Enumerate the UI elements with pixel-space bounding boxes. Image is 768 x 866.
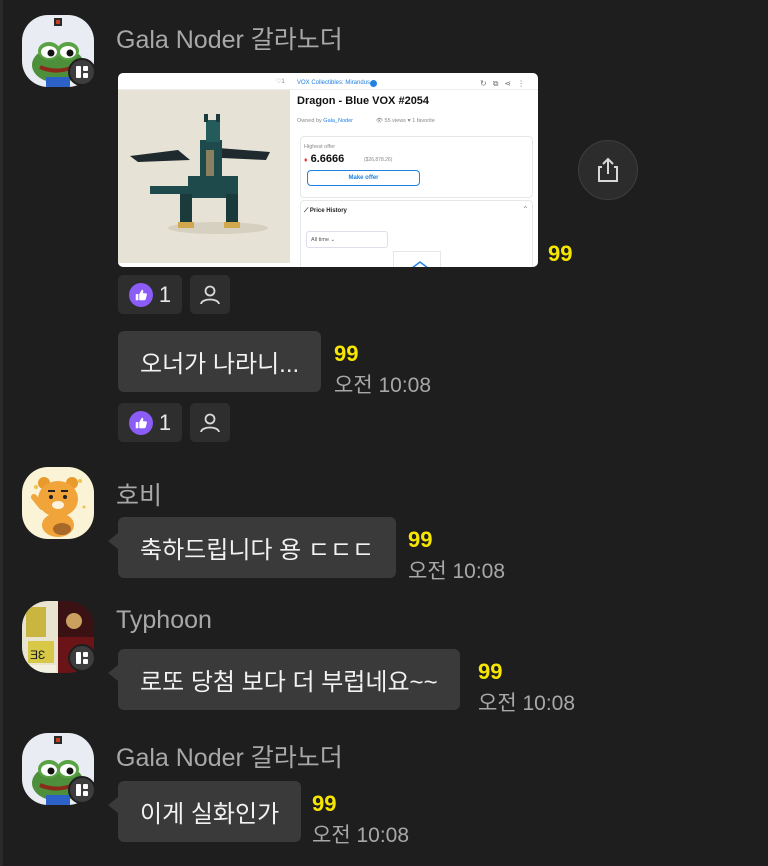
message-bubble[interactable]: 오너가 나라니... <box>118 331 322 392</box>
sender-name[interactable]: Gala Noder 갈라노더 <box>116 20 343 56</box>
verified-icon <box>370 80 377 87</box>
thumbs-up-icon <box>128 410 153 435</box>
ryan-character-avatar-icon <box>22 467 94 539</box>
window-edge <box>0 0 3 866</box>
image-like-count: ♡1 <box>276 79 285 85</box>
unread-count: 99 <box>408 527 433 552</box>
unread-count: 99 <box>548 241 573 266</box>
message-time: 오전 10:08 <box>408 560 506 583</box>
message-bubble[interactable]: 로또 당첨 보다 더 부럽네요~~ <box>108 649 460 710</box>
grid-app-icon <box>76 784 88 796</box>
image-nft-title: Dragon - Blue VOX #2054 <box>297 95 430 107</box>
image-make-offer-button: Make offer <box>307 170 420 186</box>
thumbs-up-icon <box>128 282 153 307</box>
image-price-usd: ($26,878.26) <box>364 157 393 163</box>
image-highest-offer-label: Highest offer <box>304 144 336 150</box>
image-time-filter: All time ⌄ <box>306 231 388 248</box>
share-icon <box>598 157 618 182</box>
reaction-count: 1 <box>158 409 172 435</box>
unread-count: 99 <box>334 341 359 366</box>
grid-app-icon <box>76 66 88 78</box>
dragon-icon <box>118 90 290 263</box>
image-price-history-title: ⟋ Price History <box>304 208 347 214</box>
platform-badge <box>68 644 96 672</box>
grid-app-icon <box>76 652 88 664</box>
image-stats: 👁 55 views ♥ 1 favorite <box>376 118 435 124</box>
image-toolbar-icons: ↻⧉⋖⋮ <box>480 79 532 88</box>
unread-count: 99 <box>312 791 337 816</box>
like-reaction[interactable]: 1 <box>118 275 182 314</box>
add-reaction-button[interactable] <box>190 275 230 314</box>
image-collection-name: VOX Collectibles: Mirandus <box>297 80 371 86</box>
svg-text:ƎƐ: ƎƐ <box>30 648 45 662</box>
message-time: 오전 10:08 <box>312 824 410 847</box>
message-bubble[interactable]: 축하드립니다 용 ㄷㄷㄷ <box>107 517 397 578</box>
like-reaction[interactable]: 1 <box>118 403 182 442</box>
person-icon <box>200 413 220 432</box>
chevron-up-icon: ⌃ <box>522 205 529 214</box>
sender-name[interactable]: 호비 <box>116 476 162 512</box>
dragon-nft-image <box>118 90 290 263</box>
message-time: 오전 10:08 <box>334 374 432 397</box>
unread-count: 99 <box>478 659 503 684</box>
sender-name[interactable]: Gala Noder 갈라노더 <box>116 738 343 774</box>
image-mini-chart <box>393 251 441 267</box>
platform-badge <box>68 776 96 804</box>
message-time: 오전 10:08 <box>478 692 576 715</box>
person-icon <box>200 285 220 304</box>
add-reaction-button[interactable] <box>190 403 230 442</box>
platform-badge <box>68 58 96 86</box>
eth-icon: ♦ <box>304 157 308 164</box>
shared-image[interactable]: ♡1 VOX Collectibles: Mirandus ↻⧉⋖⋮ Drago… <box>118 73 538 267</box>
share-button[interactable] <box>578 140 638 200</box>
message-bubble[interactable]: 이게 실화인가 <box>107 781 302 842</box>
image-owner: Owned by Gala_Noder <box>297 118 353 124</box>
image-price: ♦ 6.6666 <box>304 153 345 165</box>
avatar[interactable] <box>22 467 94 539</box>
sender-name[interactable]: Typhoon <box>116 606 212 635</box>
reaction-count: 1 <box>158 281 172 307</box>
